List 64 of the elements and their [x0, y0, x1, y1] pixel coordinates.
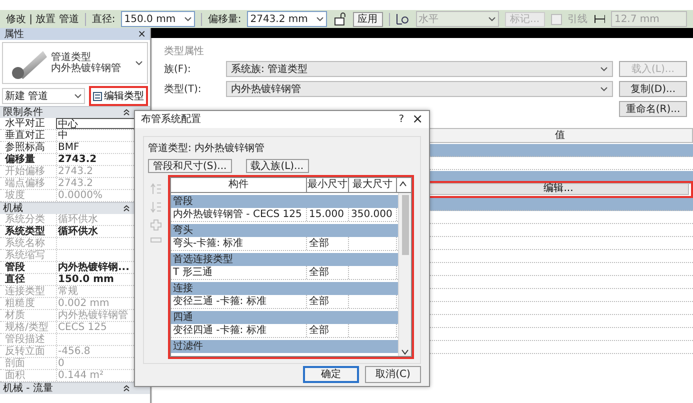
type-selector[interactable]: 管道类型 内外热镀锌钢管 [2, 42, 148, 84]
cancel-button[interactable]: 取消(C) [365, 366, 421, 384]
group-row: 连接 [171, 282, 398, 294]
property-name: 材质 [4, 310, 26, 321]
group-row: 过滤件 [171, 340, 398, 352]
group-title: 机械 [3, 203, 23, 214]
panel-title: 属性 [4, 28, 24, 41]
table-cell[interactable]: 全部 [307, 294, 349, 308]
ok-button[interactable]: 确定 [303, 366, 359, 384]
side-button[interactable]: 复制(D)... [619, 81, 687, 97]
table-cell[interactable]: 15.000 [307, 208, 349, 220]
close-button[interactable]: × [412, 112, 423, 127]
property-name: 管段描述 [4, 334, 46, 345]
family-dropdown[interactable]: 系统族: 管道类型 [226, 61, 613, 77]
table-cell[interactable]: 变径三通 -卡箍: 标准 [171, 294, 307, 308]
offset-label: 偏移量: [208, 13, 242, 26]
property-name: 规格/类型 [4, 322, 50, 333]
group-title: 机械 - 流量 [3, 383, 53, 394]
property-name: 面积 [4, 370, 26, 381]
offset-field[interactable]: 2743.2 mm [247, 11, 327, 27]
leader-label: 引线 [568, 12, 588, 26]
type-family: 管道类型 [51, 52, 91, 63]
edit-type-button[interactable]: 编辑类型 [92, 89, 145, 103]
context-label: 修改 | 放置 管道 [6, 12, 79, 26]
edit-button[interactable]: 编辑... [428, 183, 689, 195]
table-cell[interactable]: 全部 [307, 324, 349, 336]
table-cell[interactable]: 350.000 [349, 208, 397, 220]
diameter-field[interactable]: 150.0 mm [121, 11, 195, 27]
group-row: 四通 [171, 310, 398, 324]
group-row: 弯头 [171, 224, 398, 236]
property-name: 垂直对正 [4, 130, 46, 141]
instance-dropdown[interactable]: 新建 管道 [2, 88, 85, 104]
panel-title: 类型属性 [164, 44, 205, 58]
table-cell[interactable]: 全部 [307, 266, 349, 278]
column-header: 最大尺寸 [349, 178, 397, 192]
diameter-label: 直径: [92, 12, 116, 26]
property-name: 管段 [4, 262, 26, 273]
type-label: 类型(T): [164, 82, 202, 96]
side-button[interactable]: 重命名(R)... [619, 101, 687, 117]
table-cell[interactable]: T 形三通 [171, 266, 307, 278]
type-name: 内外热镀锌钢管 [51, 63, 122, 74]
apply-button[interactable]: 应用 [352, 12, 383, 26]
property-name: 开始偏移 [4, 166, 46, 177]
property-name: 水平对正 [4, 118, 46, 129]
table-cell[interactable]: 弯头-卡箍: 标准 [171, 236, 307, 250]
pipe-type-label: 管道类型: 内外热镀锌钢管 [148, 142, 266, 154]
property-name: 端点偏移 [4, 178, 46, 189]
group-title: 限制条件 [3, 107, 43, 118]
dialog-button[interactable]: 载入族(L)... [246, 158, 309, 172]
family-label: 族(F): [164, 62, 192, 76]
group-row: 管段 [171, 194, 398, 208]
column-header: 构件 [171, 178, 307, 192]
close-button[interactable]: × [138, 28, 146, 40]
table-cell[interactable]: 变径四通 -卡箍: 标准 [171, 324, 307, 336]
table-cell[interactable]: 内外热镀锌钢管 - CECS 125 [171, 208, 307, 220]
type-dropdown[interactable]: 内外热镀锌钢管 [226, 81, 613, 97]
table-cell[interactable]: 全部 [307, 236, 349, 250]
property-name: 连接类型 [4, 286, 46, 297]
column-header: 最小尺寸 [307, 178, 349, 192]
dialog-button[interactable]: 管段和尺寸(S)... [148, 158, 232, 172]
property-name: 偏移量 [4, 154, 36, 165]
group-row: 首选连接类型 [171, 252, 398, 266]
help-button[interactable]: ? [398, 114, 404, 125]
group-header[interactable]: 机械 - 流量 [0, 382, 150, 394]
